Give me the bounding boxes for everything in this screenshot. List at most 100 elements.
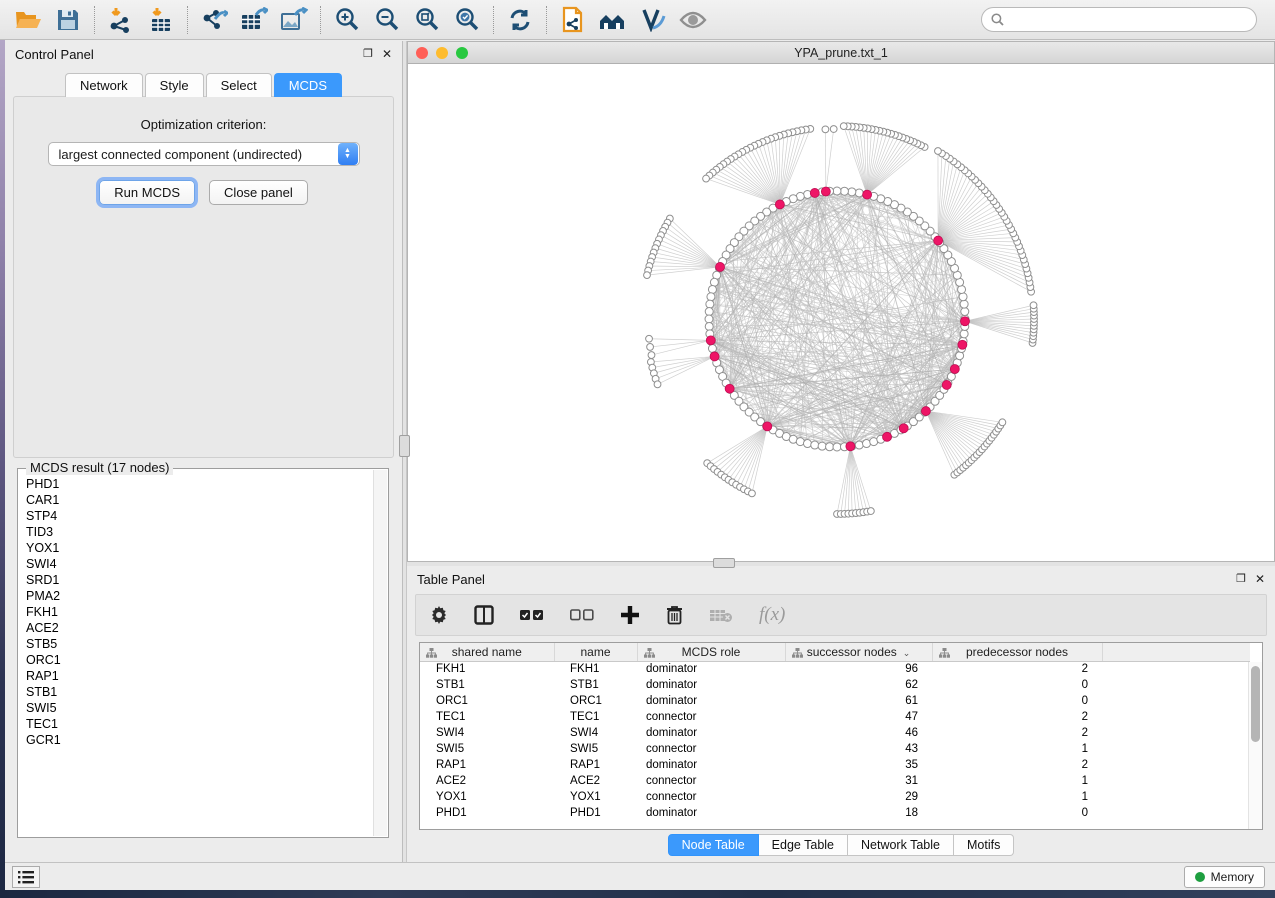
mcds-result-item[interactable]: SRD1	[26, 572, 373, 588]
optimization-criterion-dropdown[interactable]: largest connected component (undirected)…	[48, 142, 360, 166]
hide-selected-icon[interactable]	[673, 3, 713, 37]
refresh-icon[interactable]	[500, 3, 540, 37]
mcds-result-item[interactable]: STP4	[26, 508, 373, 524]
mcds-result-item[interactable]: STB5	[26, 636, 373, 652]
export-table-icon[interactable]	[234, 3, 274, 37]
zoom-selected-icon[interactable]	[447, 3, 487, 37]
export-network-icon[interactable]	[194, 3, 234, 37]
table-row[interactable]: ACE2ACE2connector311	[420, 773, 1250, 789]
task-history-button[interactable]	[12, 866, 40, 888]
mcds-result-item[interactable]: ACE2	[26, 620, 373, 636]
table-panel: Table Panel ❐ ✕ f(x) shared namenameMCDS	[407, 566, 1275, 862]
delete-table-icon	[709, 608, 733, 623]
toolbar-separator	[187, 6, 188, 34]
mcds-result-item[interactable]: FKH1	[26, 604, 373, 620]
export-image-icon[interactable]	[274, 3, 314, 37]
search-box[interactable]	[981, 7, 1257, 32]
table-scrollbar[interactable]	[1248, 662, 1262, 829]
tab-select[interactable]: Select	[206, 73, 272, 97]
show-all-networks-icon[interactable]	[593, 3, 633, 37]
select-all-rows-icon[interactable]	[520, 609, 544, 621]
table-settings-icon[interactable]	[430, 606, 448, 624]
table-row[interactable]: STB1STB1dominator620	[420, 677, 1250, 693]
mcds-result-item[interactable]: SWI4	[26, 556, 373, 572]
horizontal-splitter[interactable]	[407, 562, 1275, 566]
close-table-panel-icon[interactable]: ✕	[1255, 573, 1265, 585]
delete-row-icon[interactable]	[666, 605, 683, 625]
column-header-shared-name[interactable]: shared name	[420, 643, 554, 661]
import-table-icon[interactable]	[141, 3, 181, 37]
column-header-predecessor-nodes[interactable]: predecessor nodes	[932, 643, 1102, 661]
table-scrollbar-thumb[interactable]	[1251, 666, 1260, 742]
mcds-result-item[interactable]: TEC1	[26, 716, 373, 732]
table-row[interactable]: PHD1PHD1dominator180	[420, 805, 1250, 821]
save-icon[interactable]	[48, 3, 88, 37]
mcds-result-scrollbar[interactable]	[373, 470, 387, 836]
clear-selection-icon[interactable]	[570, 609, 594, 621]
memory-label: Memory	[1211, 870, 1254, 884]
mcds-result-item[interactable]: TID3	[26, 524, 373, 540]
memory-button[interactable]: Memory	[1184, 866, 1265, 888]
node-table-container: shared namenameMCDS rolesuccessor nodes⌄…	[419, 642, 1263, 830]
network-view-window: YPA_prune.txt_1	[407, 41, 1275, 562]
network-graph[interactable]	[408, 64, 1274, 561]
zoom-in-icon[interactable]	[327, 3, 367, 37]
column-header-name[interactable]: name	[554, 643, 637, 661]
close-panel-icon[interactable]: ✕	[382, 48, 392, 60]
mcds-result-item[interactable]: PMA2	[26, 588, 373, 604]
tab-network-table[interactable]: Network Table	[848, 834, 954, 856]
toolbar-separator	[493, 6, 494, 34]
horizontal-splitter-handle[interactable]	[713, 558, 735, 568]
close-panel-button[interactable]: Close panel	[209, 180, 308, 205]
column-header-MCDS-role[interactable]: MCDS role	[637, 643, 785, 661]
tab-style[interactable]: Style	[145, 73, 204, 97]
table-row[interactable]: TEC1TEC1connector472	[420, 709, 1250, 725]
zoom-fit-icon[interactable]	[407, 3, 447, 37]
run-mcds-button[interactable]: Run MCDS	[99, 180, 195, 205]
vizmapper-icon[interactable]	[633, 3, 673, 37]
network-window-titlebar[interactable]: YPA_prune.txt_1	[408, 42, 1274, 64]
toolbar-separator	[546, 6, 547, 34]
tab-mcds[interactable]: MCDS	[274, 73, 342, 97]
tab-edge-table[interactable]: Edge Table	[759, 834, 848, 856]
show-columns-icon[interactable]	[474, 605, 494, 625]
mcds-result-item[interactable]: CAR1	[26, 492, 373, 508]
mcds-result-item[interactable]: SWI5	[26, 700, 373, 716]
vertical-splitter[interactable]	[402, 41, 407, 862]
table-row[interactable]: YOX1YOX1connector291	[420, 789, 1250, 805]
column-header-successor-nodes[interactable]: successor nodes⌄	[785, 643, 932, 661]
mcds-result-item[interactable]: STB1	[26, 684, 373, 700]
network-canvas[interactable]	[408, 64, 1274, 561]
column-type-icon	[939, 647, 950, 661]
tab-node-table[interactable]: Node Table	[668, 834, 759, 856]
toolbar-separator	[94, 6, 95, 34]
float-panel-icon[interactable]: ❐	[363, 49, 373, 60]
table-row[interactable]: FKH1FKH1dominator962	[420, 661, 1250, 677]
function-builder-icon: f(x)	[759, 604, 785, 626]
mcds-result-item[interactable]: PHD1	[26, 476, 373, 492]
mcds-result-item[interactable]: RAP1	[26, 668, 373, 684]
table-row[interactable]: SWI5SWI5connector431	[420, 741, 1250, 757]
zoom-out-icon[interactable]	[367, 3, 407, 37]
mcds-result-list[interactable]: PHD1CAR1STP4TID3YOX1SWI4SRD1PMA2FKH1ACE2…	[19, 470, 373, 836]
float-table-panel-icon[interactable]: ❐	[1236, 574, 1246, 585]
mcds-result-item[interactable]: GCR1	[26, 732, 373, 748]
optimization-criterion-label: Optimization criterion:	[14, 117, 393, 132]
open-file-icon[interactable]	[8, 3, 48, 37]
table-row[interactable]: ORC1ORC1dominator610	[420, 693, 1250, 709]
column-type-icon	[792, 647, 803, 661]
tab-motifs[interactable]: Motifs	[954, 834, 1014, 856]
node-table: shared namenameMCDS rolesuccessor nodes⌄…	[420, 643, 1250, 821]
new-network-from-selection-icon[interactable]	[553, 3, 593, 37]
add-row-icon[interactable]	[620, 605, 640, 625]
table-row[interactable]: RAP1RAP1dominator352	[420, 757, 1250, 773]
mcds-result-item[interactable]: YOX1	[26, 540, 373, 556]
mcds-result-item[interactable]: ORC1	[26, 652, 373, 668]
search-input[interactable]	[1010, 13, 1247, 27]
tab-network[interactable]: Network	[65, 73, 143, 97]
dropdown-selected-value: largest connected component (undirected)	[49, 147, 338, 162]
table-row[interactable]: SWI4SWI4dominator462	[420, 725, 1250, 741]
table-panel-title: Table Panel	[417, 572, 485, 587]
import-network-icon[interactable]	[101, 3, 141, 37]
vertical-splitter-handle[interactable]	[399, 435, 410, 457]
